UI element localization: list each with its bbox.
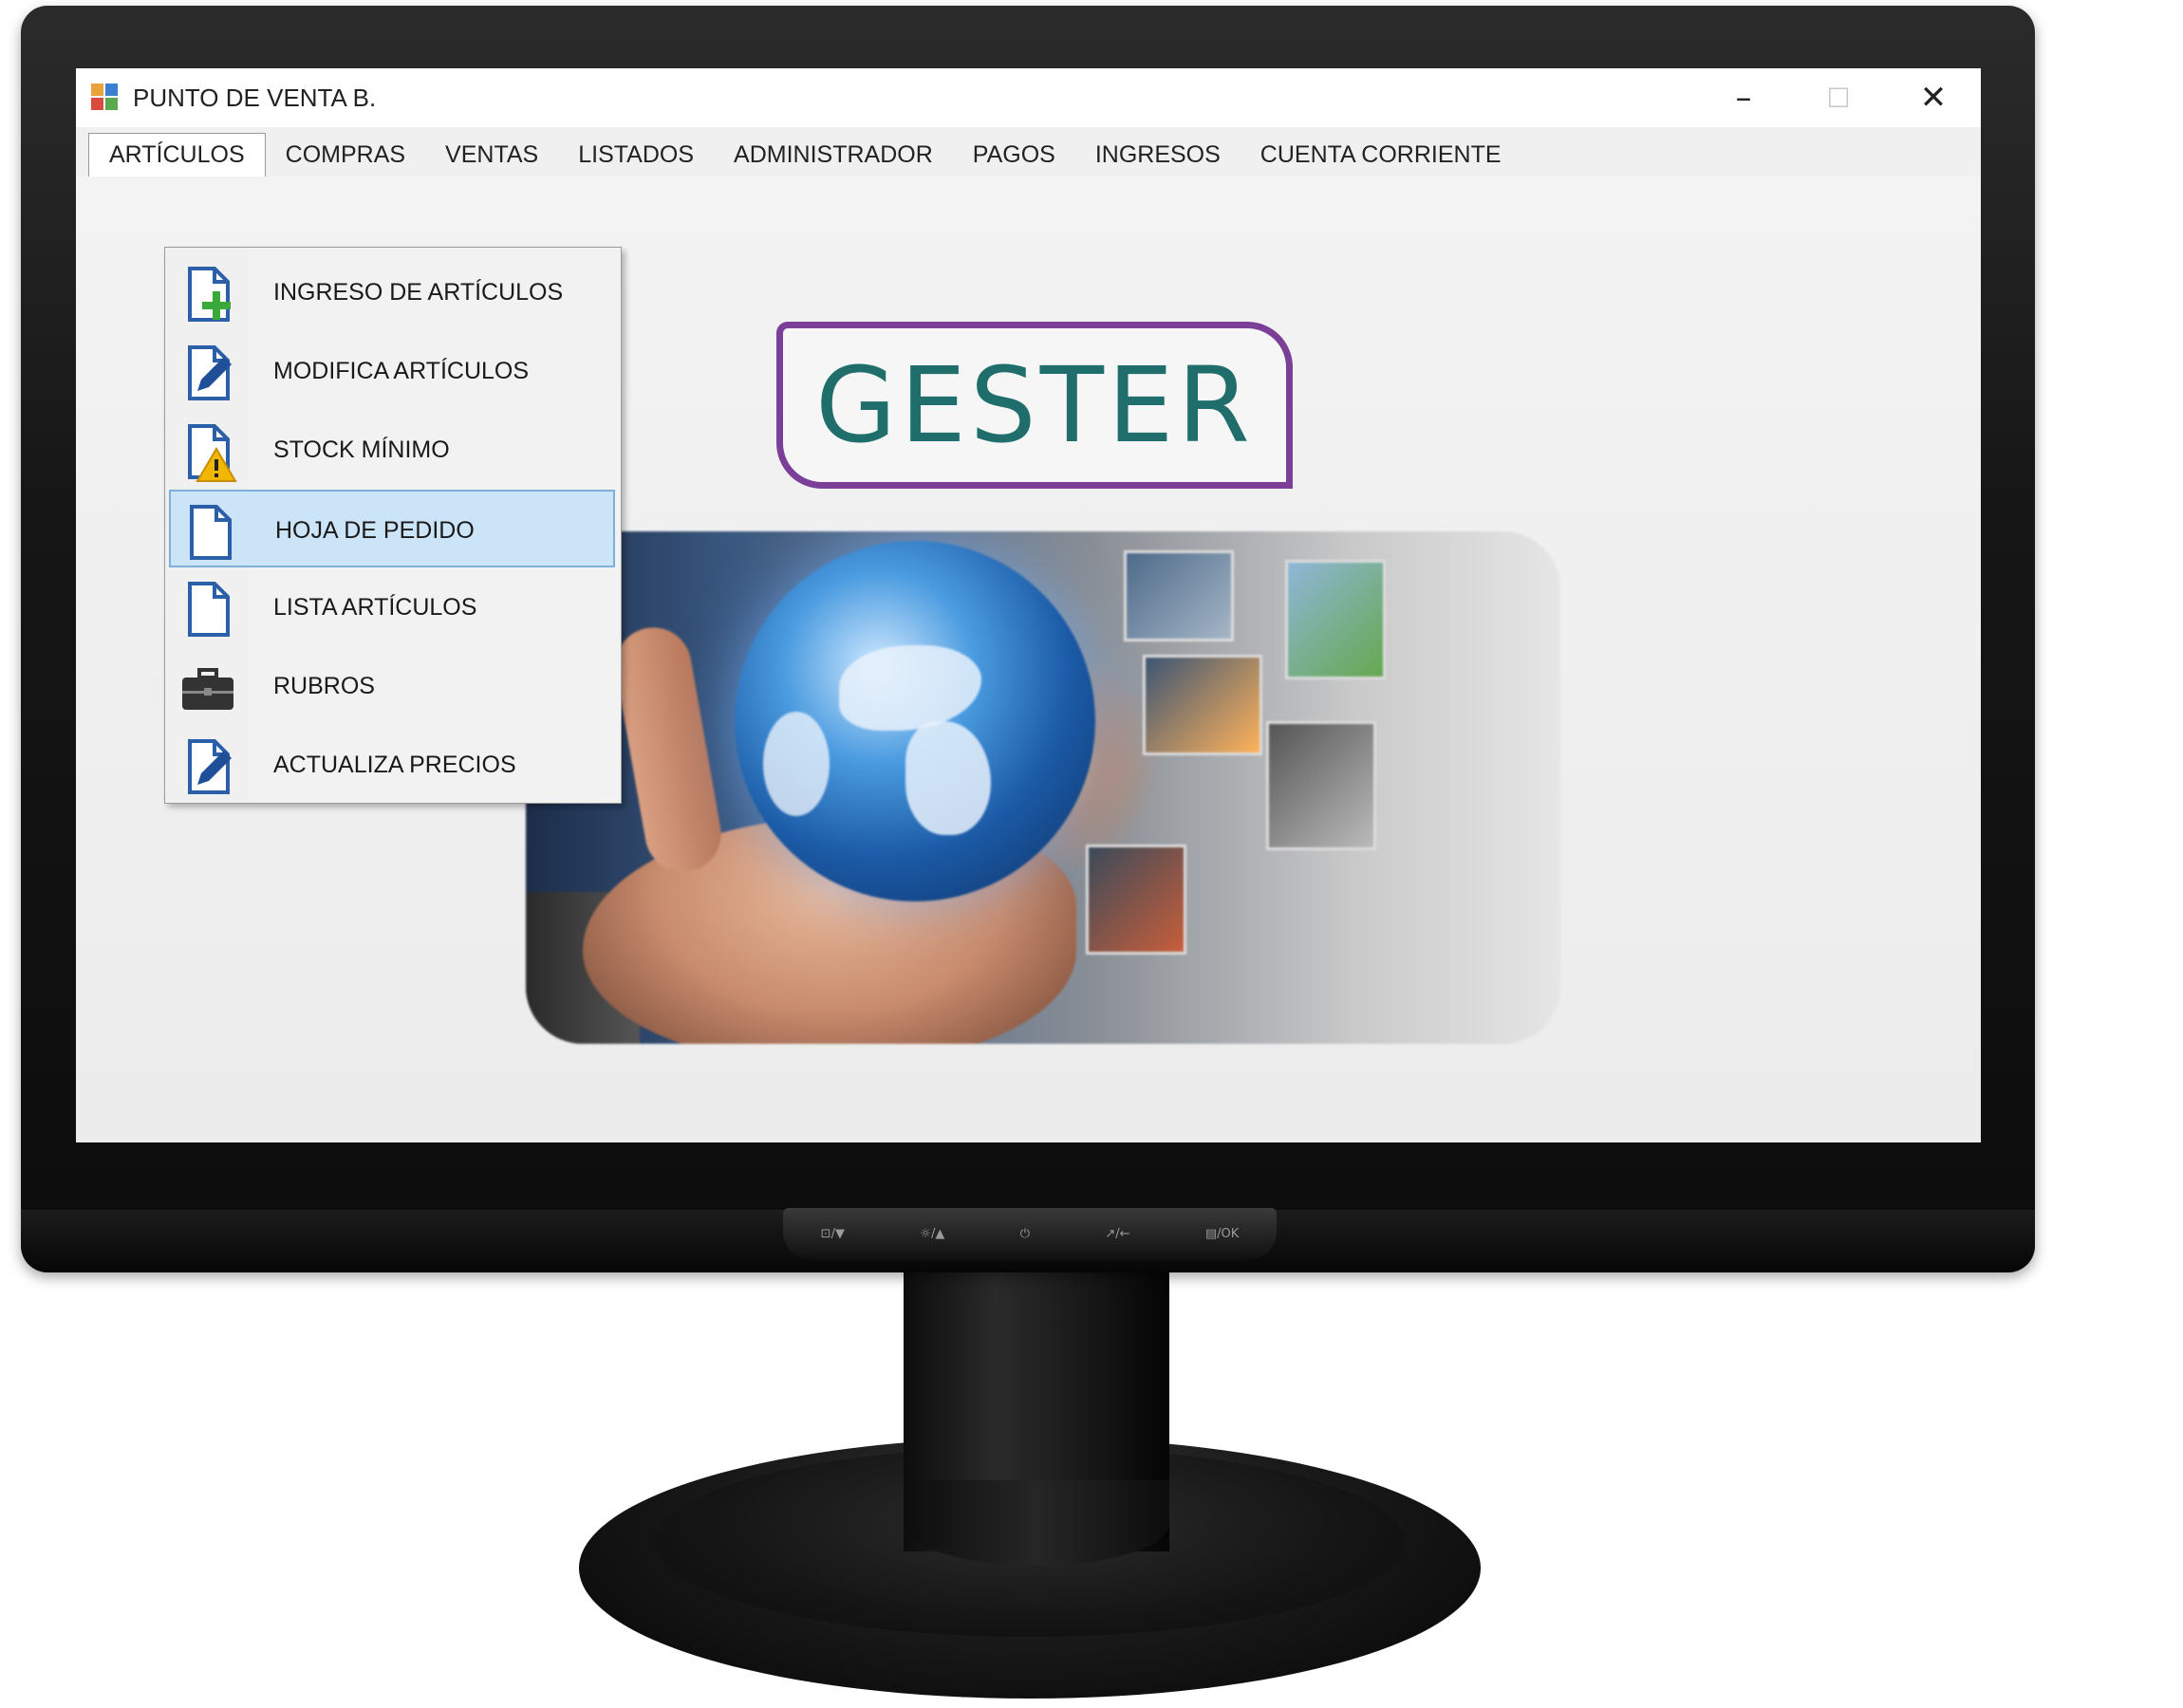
monitor-button-back[interactable]: ↗/← [1105,1227,1129,1241]
menu-administrador[interactable]: ADMINISTRADOR [714,134,953,176]
menu-item-label: RUBROS [273,673,375,699]
document-add-icon [188,267,231,322]
monitor-button-brightness[interactable]: ☼/▲ [920,1227,944,1241]
menu-item-actualiza-precios[interactable]: ACTUALIZA PRECIOS [169,726,615,804]
menu-cuenta-corriente[interactable]: CUENTA CORRIENTE [1241,134,1521,176]
window-controls: – ☐ ✕ [1696,68,1981,127]
menu-item-ingreso-articulos[interactable]: INGRESO DE ARTÍCULOS [169,253,615,331]
menu-item-hoja-pedido[interactable]: HOJA DE PEDIDO [169,490,615,567]
menu-item-label: MODIFICA ARTÍCULOS [273,358,530,384]
menu-item-label: ACTUALIZA PRECIOS [273,752,516,778]
menu-item-label: INGRESO DE ARTÍCULOS [273,279,564,306]
window-title: PUNTO DE VENTA B. [133,83,377,112]
gester-logo: GESTER [776,322,1293,489]
menu-item-stock-minimo[interactable]: STOCK MÍNIMO [169,411,615,489]
menu-item-label: HOJA DE PEDIDO [275,517,475,544]
menu-item-label: STOCK MÍNIMO [273,436,450,463]
hero-image [526,531,1560,1044]
menu-compras[interactable]: COMPRAS [266,134,425,176]
menu-pagos[interactable]: PAGOS [953,134,1075,176]
monitor-stand-foot [904,1480,1169,1566]
logo-text: GESTER [815,344,1254,466]
document-warning-icon [188,424,237,482]
menu-ventas[interactable]: VENTAS [425,134,558,176]
document-icon [190,505,232,560]
close-button[interactable]: ✕ [1886,68,1981,127]
menu-ingresos[interactable]: INGRESOS [1075,134,1241,176]
toolbox-icon [182,668,233,710]
menu-item-modifica-articulos[interactable]: MODIFICA ARTÍCULOS [169,332,615,410]
menu-articulos[interactable]: ARTÍCULOS [88,132,266,177]
document-edit-icon [188,739,232,794]
monitor-controls: ⊡/▼ ☼/▲ ⏻ ↗/← ▤/OK [783,1208,1277,1260]
window-titlebar: PUNTO DE VENTA B. – ☐ ✕ [76,68,1981,127]
articulos-dropdown: INGRESO DE ARTÍCULOS MODIFICA ARTÍCULOS … [164,247,622,804]
menu-item-lista-articulos[interactable]: LISTA ARTÍCULOS [169,568,615,646]
document-icon [188,582,230,637]
maximize-button[interactable]: ☐ [1791,68,1886,127]
monitor-button-input[interactable]: ⊡/▼ [821,1227,845,1241]
app-icon [91,84,120,112]
menubar: ARTÍCULOS COMPRAS VENTAS LISTADOS ADMINI… [76,132,1981,177]
screen: PUNTO DE VENTA B. – ☐ ✕ ARTÍCULOS COMPRA… [76,68,1981,1142]
menu-item-label: LISTA ARTÍCULOS [273,594,477,621]
monitor-button-power[interactable]: ⏻ [1020,1227,1030,1241]
menu-item-rubros[interactable]: RUBROS [169,647,615,725]
minimize-button[interactable]: – [1696,68,1791,127]
menu-listados[interactable]: LISTADOS [558,134,714,176]
document-edit-icon [188,345,232,400]
monitor-button-ok[interactable]: ▤/OK [1205,1227,1239,1241]
